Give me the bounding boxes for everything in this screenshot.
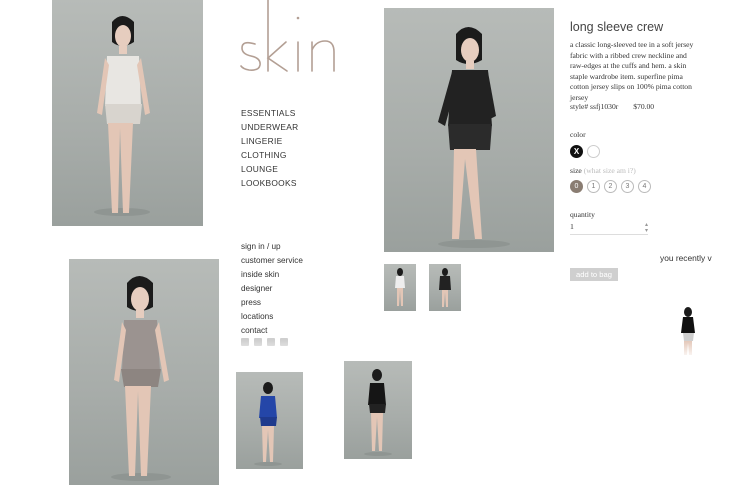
product-title: long sleeve crew bbox=[570, 20, 664, 34]
nav-item-clothing[interactable]: CLOTHING bbox=[241, 148, 298, 162]
stepper-arrows-icon[interactable]: ▴ ▾ bbox=[645, 222, 648, 234]
nav-link-designer[interactable]: designer bbox=[241, 282, 303, 296]
size-help-link[interactable]: (what size am i?) bbox=[584, 166, 636, 175]
product-style-price: style# ssfj1030r $70.00 bbox=[570, 102, 654, 111]
product-price: $70.00 bbox=[633, 102, 655, 111]
model-figure bbox=[439, 268, 451, 307]
product-description: a classic long-sleeved tee in a soft jer… bbox=[570, 40, 694, 102]
nav-item-essentials[interactable]: ESSENTIALS bbox=[241, 106, 298, 120]
product-thumbnail-2[interactable] bbox=[429, 264, 461, 311]
size-option-1[interactable]: 1 bbox=[587, 180, 600, 193]
quantity-stepper[interactable]: 1 ▴ ▾ bbox=[570, 222, 648, 235]
add-to-bag-button[interactable]: add to bag bbox=[570, 268, 618, 281]
nav-link-locations[interactable]: locations bbox=[241, 310, 303, 324]
size-option-0[interactable]: 0 bbox=[570, 180, 583, 193]
color-label: color bbox=[570, 130, 586, 139]
nav-link-press[interactable]: press bbox=[241, 296, 303, 310]
secondary-navigation: sign in / up customer service inside ski… bbox=[241, 240, 303, 338]
scroll-fade-overlay bbox=[230, 340, 700, 358]
model-figure bbox=[438, 27, 510, 248]
nav-item-lounge[interactable]: LOUNGE bbox=[241, 162, 298, 176]
product-main-photo[interactable] bbox=[384, 8, 554, 252]
quantity-label: quantity bbox=[570, 210, 595, 219]
size-option-4[interactable]: 4 bbox=[638, 180, 651, 193]
model-figure bbox=[364, 369, 392, 456]
product-style-number: style# ssfj1030r bbox=[570, 102, 619, 111]
nav-link-inside-skin[interactable]: inside skin bbox=[241, 268, 303, 282]
model-figure bbox=[395, 268, 405, 306]
nav-item-underwear[interactable]: UNDERWEAR bbox=[241, 120, 298, 134]
nav-link-sign-in[interactable]: sign in / up bbox=[241, 240, 303, 254]
skin-logo[interactable]: skin bbox=[240, 0, 340, 80]
size-label: size bbox=[570, 166, 582, 175]
size-label-row: size (what size am i?) bbox=[570, 166, 636, 175]
model-photo-blue-cami[interactable] bbox=[236, 372, 303, 469]
size-option-2[interactable]: 2 bbox=[604, 180, 617, 193]
model-photo-white-tank[interactable] bbox=[52, 0, 203, 226]
selected-mark: X bbox=[573, 147, 580, 156]
color-swatch-black[interactable]: X bbox=[570, 145, 583, 158]
main-navigation: ESSENTIALS UNDERWEAR LINGERIE CLOTHING L… bbox=[241, 106, 298, 190]
recently-viewed-label: you recently v bbox=[660, 253, 712, 263]
nav-link-contact[interactable]: contact bbox=[241, 324, 303, 338]
model-figure bbox=[111, 276, 171, 481]
nav-item-lookbooks[interactable]: LOOKBOOKS bbox=[241, 176, 298, 190]
model-photo-black-cami[interactable] bbox=[344, 361, 412, 459]
color-swatch-white[interactable] bbox=[587, 145, 600, 158]
nav-link-customer-service[interactable]: customer service bbox=[241, 254, 303, 268]
product-thumbnail-1[interactable] bbox=[384, 264, 416, 311]
quantity-value: 1 bbox=[570, 222, 574, 231]
model-figure bbox=[254, 382, 282, 466]
size-option-3[interactable]: 3 bbox=[621, 180, 634, 193]
model-photo-grey-cami[interactable] bbox=[69, 259, 219, 485]
nav-item-lingerie[interactable]: LINGERIE bbox=[241, 134, 298, 148]
model-figure bbox=[94, 16, 150, 216]
